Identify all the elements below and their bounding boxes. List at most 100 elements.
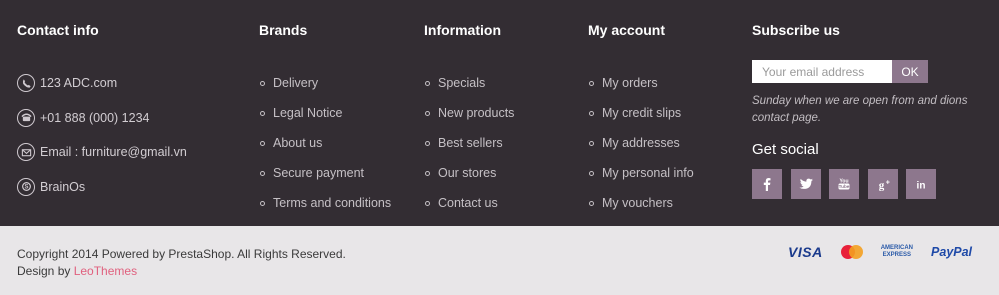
footer-bottom: Copyright 2014 Powered by PrestaShop. Al… (0, 226, 999, 295)
subscribe-ok-button[interactable]: OK (892, 60, 928, 83)
link-label[interactable]: New products (438, 106, 514, 120)
contact-item-skype: S BrainOs (17, 170, 237, 205)
link-label[interactable]: My orders (602, 76, 658, 90)
bullet-icon (260, 80, 265, 86)
mastercard-icon (840, 245, 863, 259)
amex-line1: AMERICAN (880, 245, 914, 251)
link-label[interactable]: My credit slips (602, 106, 681, 120)
account-link[interactable]: My vouchers (588, 188, 738, 218)
account-link[interactable]: My personal info (588, 158, 738, 188)
bullet-icon (260, 200, 265, 206)
brands-column: Brands Delivery Legal Notice About us Se… (259, 22, 409, 218)
bullet-icon (425, 170, 430, 176)
brands-title: Brands (259, 22, 308, 38)
bullet-icon (425, 140, 430, 146)
link-label[interactable]: Best sellers (438, 136, 503, 150)
information-link[interactable]: Contact us (424, 188, 574, 218)
bullet-icon (589, 110, 594, 116)
twitter-icon[interactable] (790, 169, 821, 199)
subscribe-note: Sunday when we are open from and dions c… (752, 95, 968, 124)
payment-methods: VISA AMERICAN EXPRESS PayPal (788, 244, 990, 260)
contact-item-website: 123 ADC.com (17, 66, 237, 101)
account-link[interactable]: My orders (588, 68, 738, 98)
subscribe-column: Subscribe us OK Sunday when we are open … (752, 22, 982, 199)
information-link[interactable]: Our stores (424, 158, 574, 188)
linkedin-icon[interactable]: in (906, 169, 936, 199)
contact-info-column: Contact info 123 ADC.com +01 888 (000) 1… (17, 22, 237, 204)
email-input[interactable] (752, 60, 892, 83)
svg-text:+: + (885, 180, 889, 187)
svg-text:Tube: Tube (839, 184, 850, 189)
design-prefix: Design by (17, 264, 74, 278)
bullet-icon (589, 80, 594, 86)
telephone-icon (17, 108, 35, 127)
link-label[interactable]: Our stores (438, 166, 496, 180)
subscribe-form: OK (752, 60, 982, 83)
get-social-title: Get social (752, 141, 819, 158)
email-icon (17, 143, 35, 162)
link-label[interactable]: Delivery (273, 76, 318, 90)
phone-circle-icon (17, 74, 35, 93)
contact-text: 123 ADC.com (40, 76, 118, 91)
copyright-text: Copyright 2014 Powered by PrestaShop. Al… (17, 247, 346, 261)
contact-item-phone: +01 888 (000) 1234 (17, 101, 237, 136)
account-link[interactable]: My addresses (588, 128, 738, 158)
amex-logo: AMERICAN EXPRESS (881, 245, 913, 259)
bullet-icon (260, 110, 265, 116)
svg-text:in: in (917, 181, 926, 192)
bullet-icon (260, 140, 265, 146)
youtube-icon[interactable]: You Tube (829, 169, 859, 199)
contact-info-title: Contact info (17, 22, 99, 38)
link-label[interactable]: About us (273, 136, 322, 150)
link-label[interactable]: Terms and conditions (273, 196, 391, 210)
leothemes-link[interactable]: LeoThemes (74, 264, 137, 278)
bullet-icon (425, 110, 430, 116)
bullet-icon (589, 200, 594, 206)
brands-link[interactable]: Delivery (259, 68, 409, 98)
account-title: My account (588, 22, 666, 38)
link-label[interactable]: My personal info (602, 166, 694, 180)
information-link[interactable]: New products (424, 98, 574, 128)
link-label[interactable]: Legal Notice (273, 106, 343, 120)
brands-link[interactable]: About us (259, 128, 409, 158)
bullet-icon (425, 80, 430, 86)
link-label[interactable]: My vouchers (602, 196, 673, 210)
link-label[interactable]: Contact us (438, 196, 498, 210)
brands-link[interactable]: Terms and conditions (259, 188, 409, 218)
skype-icon: S (17, 177, 35, 196)
contact-text[interactable]: Email : furniture@gmail.vn (40, 145, 187, 159)
paypal-logo: PayPal (931, 245, 973, 259)
subscribe-title: Subscribe us (752, 22, 840, 38)
facebook-icon[interactable] (752, 169, 782, 199)
account-link[interactable]: My credit slips (588, 98, 738, 128)
contact-list: 123 ADC.com +01 888 (000) 1234 Email : f… (17, 66, 237, 204)
bullet-icon (589, 170, 594, 176)
link-label[interactable]: My addresses (602, 136, 680, 150)
contact-item-email: Email : furniture@gmail.vn (17, 135, 237, 170)
information-column: Information Specials New products Best s… (424, 22, 574, 218)
bullet-icon (425, 200, 430, 206)
copyright-block: Copyright 2014 Powered by PrestaShop. Al… (17, 246, 346, 280)
link-label[interactable]: Specials (438, 76, 485, 90)
amex-line2: EXPRESS (882, 252, 912, 258)
account-list: My orders My credit slips My addresses M… (588, 68, 738, 218)
social-links: You Tube g + in (752, 169, 982, 199)
contact-text: +01 888 (000) 1234 (40, 110, 150, 125)
svg-text:g: g (878, 180, 884, 192)
footer-top: Contact info 123 ADC.com +01 888 (000) 1… (0, 0, 999, 226)
account-column: My account My orders My credit slips My … (588, 22, 738, 218)
bullet-icon (260, 170, 265, 176)
information-link[interactable]: Specials (424, 68, 574, 98)
brands-link[interactable]: Legal Notice (259, 98, 409, 128)
visa-logo: VISA (788, 244, 823, 260)
information-title: Information (424, 22, 501, 38)
google-plus-icon[interactable]: g + (867, 169, 898, 199)
design-credit: Design by LeoThemes (17, 263, 346, 280)
information-list: Specials New products Best sellers Our s… (424, 68, 574, 218)
link-label[interactable]: Secure payment (273, 166, 364, 180)
bullet-icon (589, 140, 594, 146)
information-link[interactable]: Best sellers (424, 128, 574, 158)
brands-list: Delivery Legal Notice About us Secure pa… (259, 68, 409, 218)
svg-text:S: S (24, 185, 28, 191)
brands-link[interactable]: Secure payment (259, 158, 409, 188)
